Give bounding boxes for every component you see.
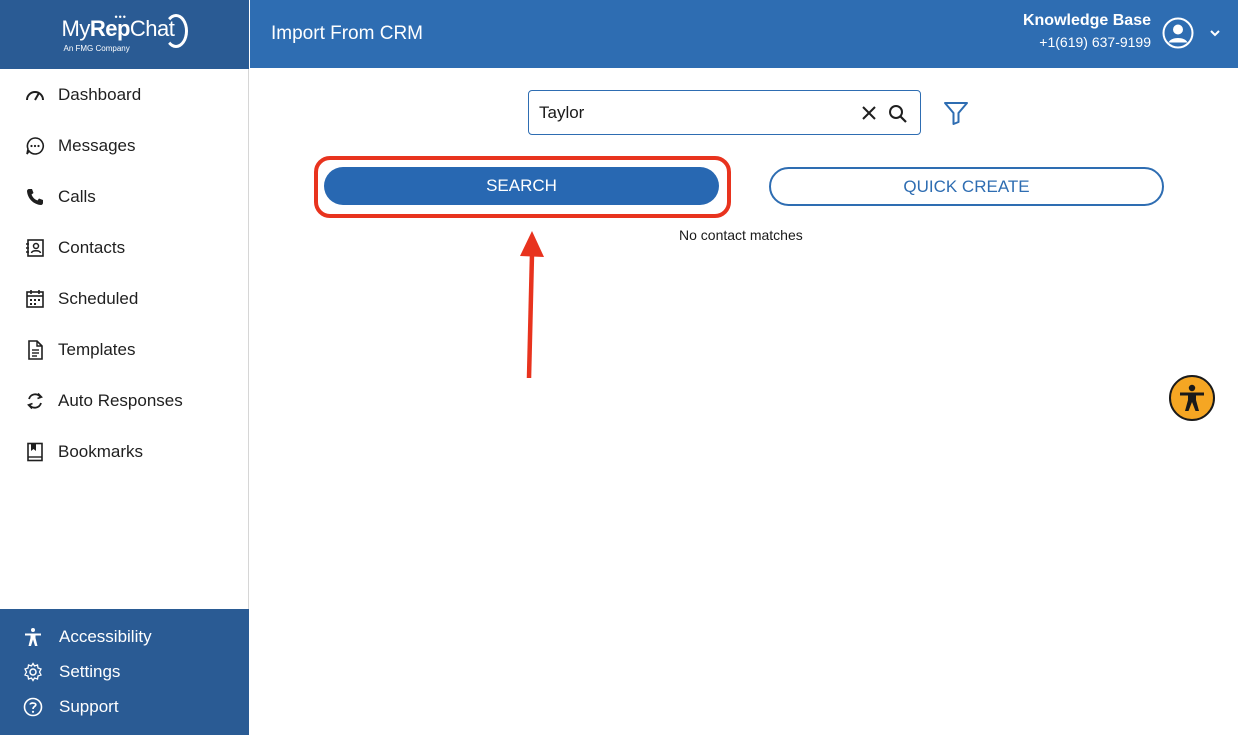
accessibility-icon bbox=[1180, 384, 1204, 411]
gear-icon bbox=[22, 661, 44, 683]
calendar-icon bbox=[24, 288, 46, 310]
user-info[interactable]: Knowledge Base +1(619) 637-9199 bbox=[1023, 12, 1151, 50]
sidebar-item-scheduled[interactable]: Scheduled bbox=[0, 273, 249, 324]
sidebar-item-label: Dashboard bbox=[58, 84, 142, 104]
filter-icon[interactable] bbox=[942, 99, 970, 127]
search-input[interactable] bbox=[539, 102, 839, 124]
search-button[interactable]: SEARCH bbox=[324, 167, 719, 205]
sidebar-item-label: Bookmarks bbox=[58, 441, 144, 461]
sidebar-item-label: Contacts bbox=[58, 237, 126, 257]
logo-arc bbox=[163, 13, 188, 48]
sidebar-item-label: Scheduled bbox=[58, 288, 139, 308]
phone-icon bbox=[24, 186, 46, 208]
logo-bar: ••• MyRepChat An FMG Company bbox=[0, 0, 249, 69]
top-header: Import From CRM Knowledge Base +1(619) 6… bbox=[250, 0, 1238, 68]
speedometer-icon bbox=[24, 84, 46, 106]
myrepchat-logo[interactable]: ••• MyRepChat An FMG Company bbox=[60, 10, 190, 60]
sidebar-item-label: Templates bbox=[58, 339, 136, 359]
avatar[interactable] bbox=[1162, 17, 1194, 49]
sidebar-item-dashboard[interactable]: Dashboard bbox=[0, 69, 249, 120]
chat-bubble-icon bbox=[24, 135, 46, 157]
sidebar-item-messages[interactable]: Messages bbox=[0, 120, 249, 171]
page-title: Import From CRM bbox=[271, 23, 423, 44]
sidebar-item-bookmarks[interactable]: Bookmarks bbox=[0, 426, 249, 477]
sidebar-bottom-nav: Accessibility Settings Support bbox=[0, 609, 249, 735]
close-icon[interactable] bbox=[859, 103, 879, 123]
quick-create-button[interactable]: QUICK CREATE bbox=[769, 167, 1164, 206]
empty-results-message: No contact matches bbox=[679, 227, 803, 243]
user-phone: +1(619) 637-9199 bbox=[1039, 34, 1151, 50]
sidebar-item-contacts[interactable]: Contacts bbox=[0, 222, 249, 273]
sidebar-item-accessibility[interactable]: Accessibility bbox=[0, 619, 249, 654]
sidebar-item-label: Accessibility bbox=[59, 626, 152, 646]
chevron-down-icon[interactable] bbox=[1208, 26, 1222, 40]
sidebar-nav: Dashboard Messages Calls Contacts Schedu… bbox=[0, 69, 249, 477]
refresh-icon bbox=[24, 390, 46, 412]
sidebar-item-label: Support bbox=[59, 696, 119, 716]
sidebar-item-label: Messages bbox=[58, 135, 136, 155]
sidebar-item-calls[interactable]: Calls bbox=[0, 171, 249, 222]
sidebar-item-templates[interactable]: Templates bbox=[0, 324, 249, 375]
bookmark-icon bbox=[24, 441, 46, 463]
document-icon bbox=[24, 339, 46, 361]
sidebar-item-auto-responses[interactable]: Auto Responses bbox=[0, 375, 249, 426]
accessibility-widget-button[interactable] bbox=[1169, 375, 1215, 421]
accessibility-icon bbox=[22, 626, 44, 648]
sidebar-item-settings[interactable]: Settings bbox=[0, 654, 249, 689]
logo-subtitle: An FMG Company bbox=[63, 43, 130, 53]
sidebar-item-label: Settings bbox=[59, 661, 121, 681]
search-box bbox=[528, 90, 921, 135]
user-name: Knowledge Base bbox=[1022, 12, 1151, 29]
sidebar: ••• MyRepChat An FMG Company Dashboard M… bbox=[0, 0, 249, 735]
contact-card-icon bbox=[24, 237, 46, 259]
sidebar-item-support[interactable]: Support bbox=[0, 689, 249, 724]
sidebar-item-label: Auto Responses bbox=[58, 390, 183, 410]
annotation-arrow bbox=[510, 228, 550, 384]
search-icon[interactable] bbox=[887, 103, 909, 125]
help-icon bbox=[22, 696, 44, 718]
sidebar-item-label: Calls bbox=[58, 186, 96, 206]
logo-text: MyRepChat bbox=[61, 15, 175, 41]
